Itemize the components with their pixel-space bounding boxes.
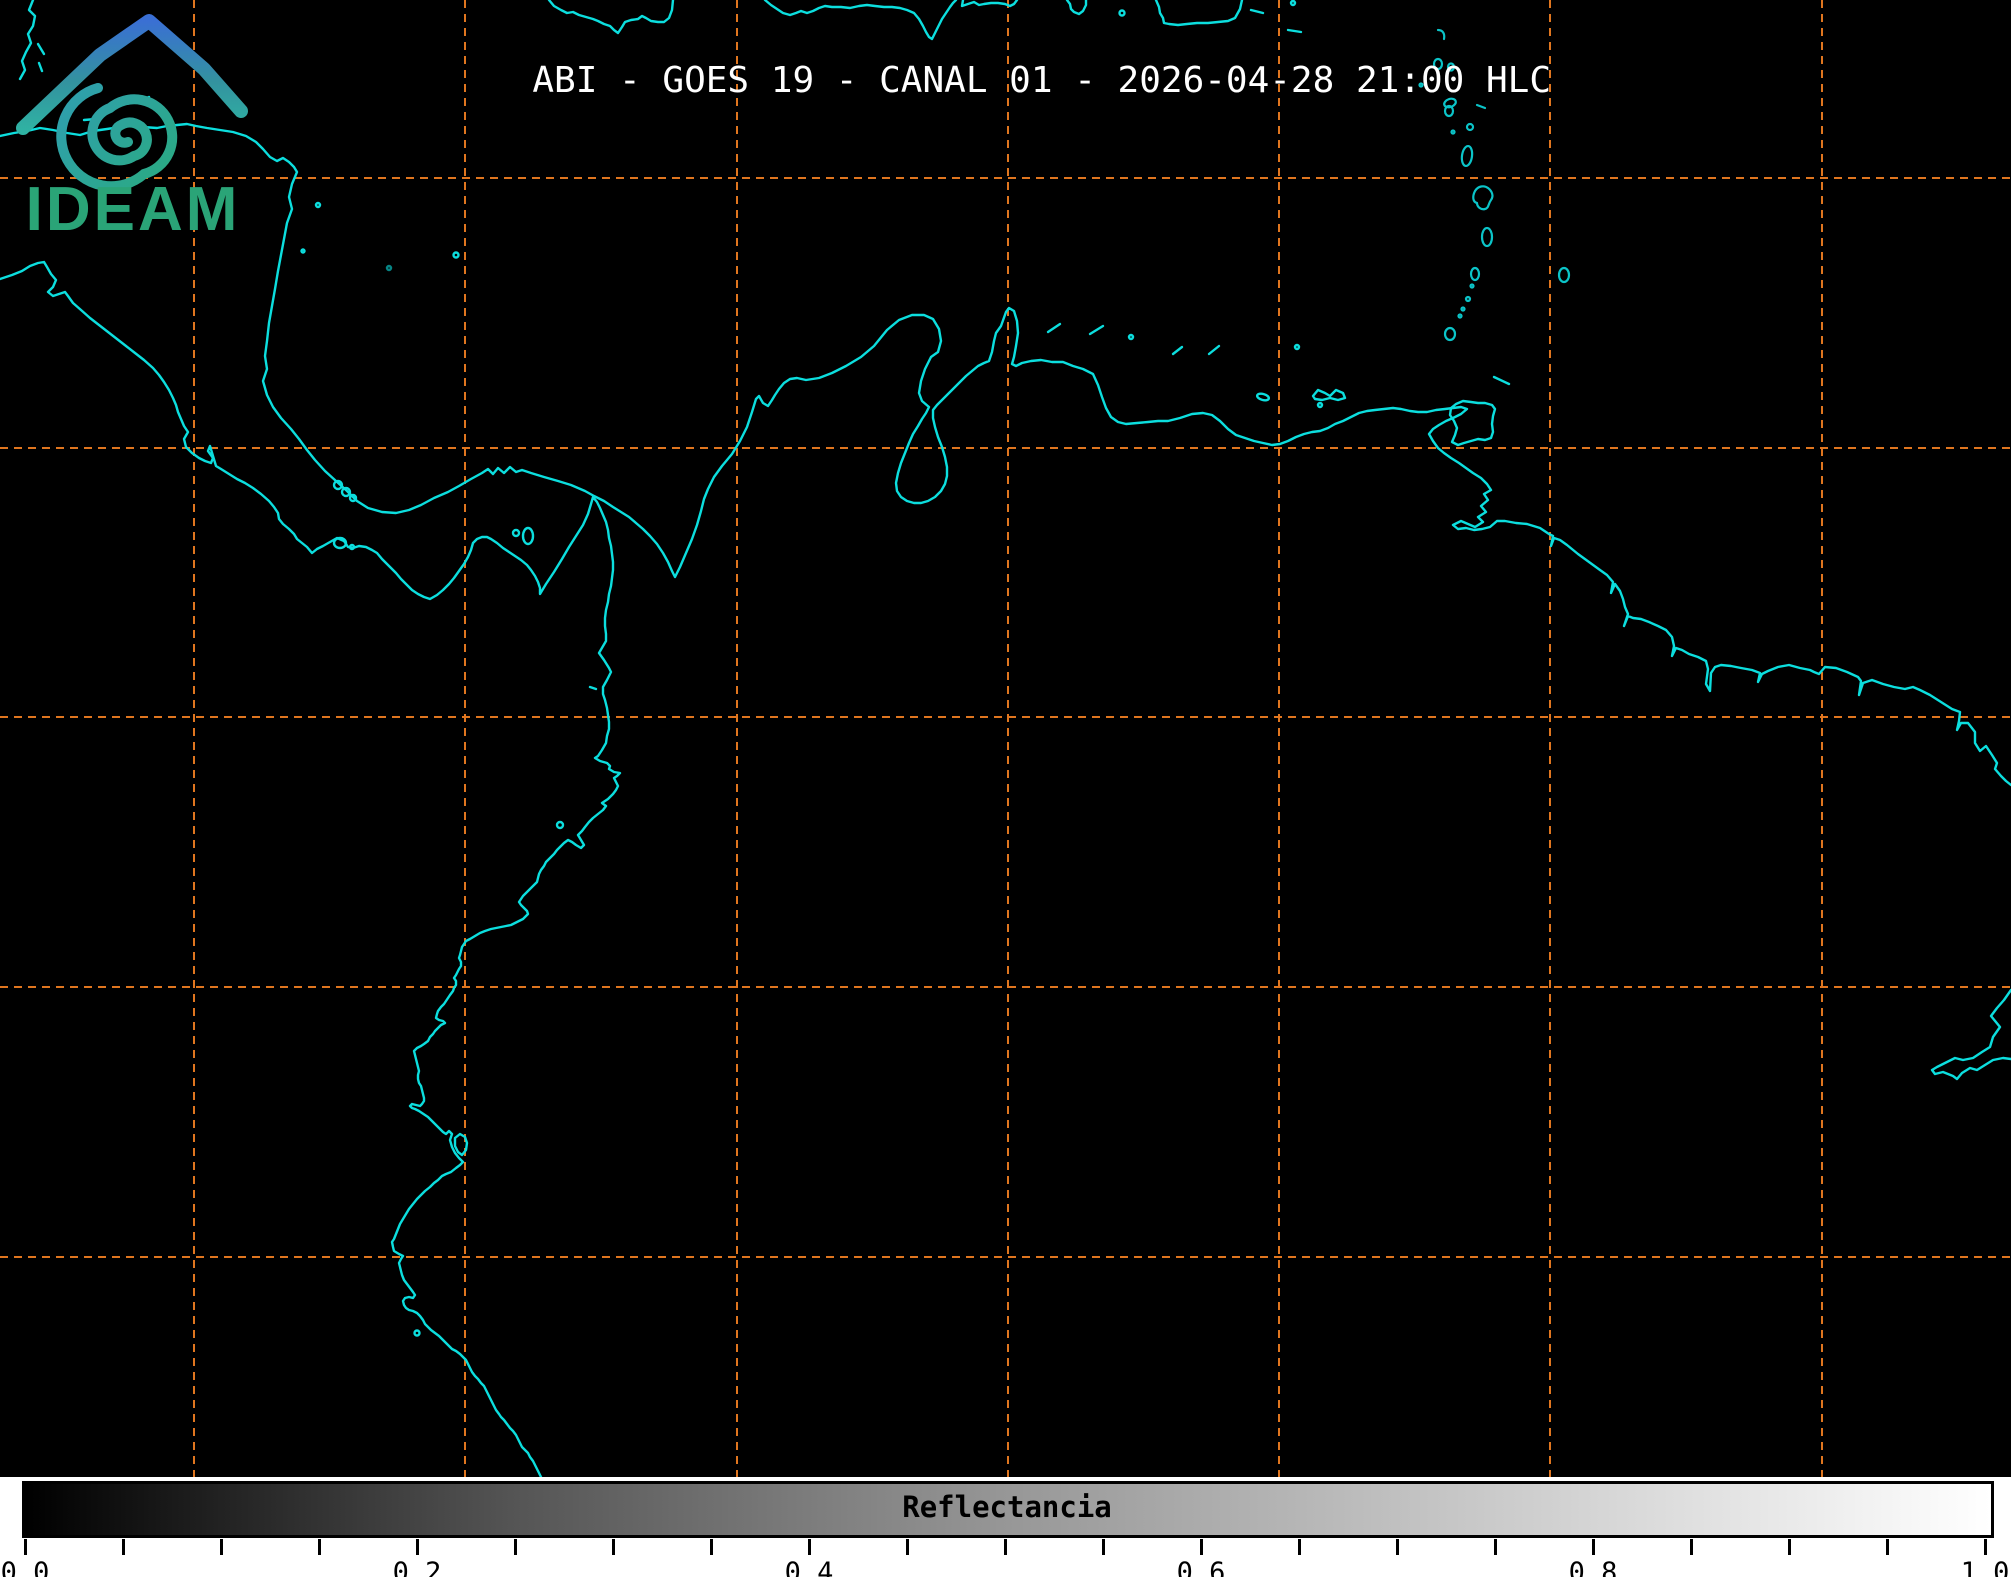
colorbar-tick [24, 1539, 27, 1555]
coastline-caribbean-mainland [0, 124, 2011, 785]
colorbar-tick-label: 1.0 [1961, 1557, 2010, 1577]
islet [1459, 315, 1462, 318]
colorbar-tick [122, 1539, 125, 1555]
colorbar-tick [220, 1539, 223, 1555]
islet [1295, 345, 1299, 349]
colorbar-footer: Reflectancia 0.0 0.2 0.4 0.6 0.8 1.0 [0, 1477, 2011, 1577]
island-vieques [1251, 10, 1263, 13]
islet [1318, 403, 1322, 407]
colorbar-tick-label: 0.6 [1177, 1557, 1226, 1577]
island-dash [1090, 326, 1103, 334]
island-st-vincent [1471, 268, 1479, 280]
islet [302, 250, 305, 253]
logo-mountain [23, 21, 241, 128]
colorbar-tick [416, 1539, 419, 1555]
logo-text: IDEAM [26, 175, 241, 244]
islet [1466, 297, 1470, 301]
coastline-layer [0, 0, 2011, 1477]
island-tobago [1494, 377, 1509, 384]
island-pearl [523, 528, 533, 544]
island-barbados [1559, 268, 1569, 282]
island-bonaire [1256, 393, 1269, 402]
coastline-hispaniola [765, 0, 956, 39]
colorbar-tick [1396, 1539, 1399, 1555]
islet [1471, 285, 1474, 288]
colorbar-tick-label: 0.8 [1569, 1557, 1618, 1577]
islet [1129, 335, 1133, 339]
colorbar-tick [1788, 1539, 1791, 1555]
island-st-lucia [1482, 228, 1492, 246]
coastline-hispaniola-east [962, 0, 1017, 6]
ideam-logo: IDEAM [0, 0, 270, 250]
colorbar-tick [1886, 1539, 1889, 1555]
islet [1120, 11, 1125, 16]
colorbar-tick-label: 0.4 [785, 1557, 834, 1577]
coastline-right-edge [1932, 990, 2011, 1079]
colorbar-tick [1004, 1539, 1007, 1555]
colorbar-tick [318, 1539, 321, 1555]
island-margarita [1313, 390, 1345, 400]
colorbar-tick [808, 1539, 811, 1555]
islet [1462, 308, 1465, 311]
islet [1452, 131, 1455, 134]
island-martinique [1473, 186, 1492, 209]
colorbar-tick [1200, 1539, 1203, 1555]
islet [557, 822, 563, 828]
island-dash [1048, 324, 1060, 332]
logo-hurricane-spiral [61, 88, 172, 186]
island-marie-galante [1467, 124, 1473, 130]
satellite-product-view: ABI - GOES 19 - CANAL 01 - 2026-04-28 21… [0, 0, 2011, 1577]
island-aruba [1173, 347, 1182, 354]
island-grenada [1445, 328, 1455, 340]
island-stcroix [1288, 30, 1301, 32]
island-dominica [1461, 145, 1474, 166]
island-dash [1477, 105, 1485, 108]
colorbar-tick-label: 0.0 [1, 1557, 50, 1577]
map-title: ABI - GOES 19 - CANAL 01 - 2026-04-28 21… [532, 60, 1551, 101]
island-providencia [387, 266, 391, 270]
colorbar-tick [710, 1539, 713, 1555]
islet [1291, 1, 1295, 5]
map-canvas: ABI - GOES 19 - CANAL 01 - 2026-04-28 21… [0, 0, 2011, 1477]
colorbar-tick [1102, 1539, 1105, 1555]
colorbar-tick [612, 1539, 615, 1555]
colorbar-tick [1592, 1539, 1595, 1555]
colorbar-label: Reflectancia [902, 1490, 1112, 1524]
colorbar-tick [1984, 1539, 1987, 1555]
islet [415, 1331, 420, 1336]
coastline-pacific [0, 262, 620, 1477]
coastline-puertorico-west [1067, 0, 1086, 14]
colorbar-tick [1494, 1539, 1497, 1555]
island-dash [590, 687, 596, 689]
colorbar-tick-label: 0.2 [393, 1557, 442, 1577]
islet [316, 203, 320, 207]
colorbar-tick [1298, 1539, 1301, 1555]
island-san-andres [454, 253, 459, 258]
coastline-puertorico-south [1156, 0, 1242, 25]
island-puna [455, 1134, 467, 1155]
coastline-jamaica [549, 0, 673, 33]
colorbar-tick [906, 1539, 909, 1555]
island-curacao [1209, 346, 1219, 354]
island-pearl [513, 530, 519, 536]
colorbar-tick [514, 1539, 517, 1555]
colorbar-tick [1690, 1539, 1693, 1555]
island-anguilla-arc [1438, 30, 1444, 39]
